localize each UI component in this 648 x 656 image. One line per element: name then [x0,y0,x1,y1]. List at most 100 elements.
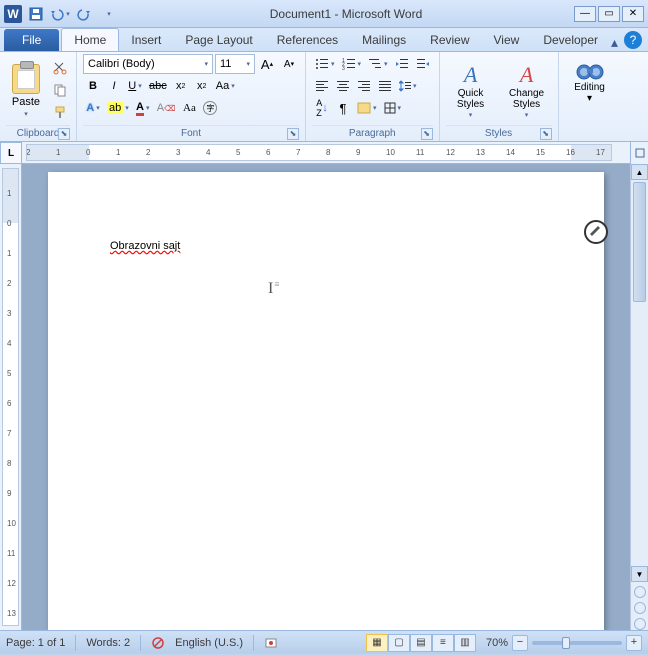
zoom-out-button[interactable]: − [512,635,528,651]
minimize-ribbon-button[interactable]: ▴ [611,34,618,51]
window-title: Document1 - Microsoft Word [118,7,574,21]
quick-styles-button[interactable]: A Quick Styles ▾ [446,58,496,121]
align-left-button[interactable] [312,76,332,96]
macro-record-icon[interactable] [264,636,278,650]
file-tab[interactable]: File [4,29,59,51]
bold-button[interactable]: B [83,76,103,96]
quick-styles-icon: A [464,62,477,88]
character-shading-button[interactable]: Aa [179,98,199,118]
tab-selector[interactable]: L [0,142,22,164]
language-status[interactable]: English (U.S.) [175,637,243,649]
title-bar: W ▾ ▾ Document1 - Microsoft Word — ▭ ✕ [0,0,648,28]
tab-home[interactable]: Home [61,28,119,51]
tab-page-layout[interactable]: Page Layout [173,29,264,51]
undo-button[interactable]: ▾ [50,4,70,24]
quick-access-toolbar: ▾ ▾ [26,4,118,24]
scroll-down-button[interactable]: ▼ [631,566,648,582]
zoom-slider[interactable] [532,641,622,645]
page-viewport[interactable]: Obrazovni sajt I [22,164,630,630]
outline-view-button[interactable]: ≡ [432,634,454,652]
enclose-characters-button[interactable]: 字 [200,98,220,118]
zoom-in-button[interactable]: + [626,635,642,651]
proofing-icon[interactable] [151,636,165,650]
copy-button[interactable] [50,80,70,100]
restore-button[interactable]: ▭ [598,6,620,22]
clear-formatting-button[interactable]: A⌫ [154,98,179,118]
subscript-button[interactable]: x2 [171,76,191,96]
document-page[interactable]: Obrazovni sajt I [48,172,604,630]
strikethrough-button[interactable]: abc [146,76,170,96]
sort-button[interactable]: AZ↓ [312,98,332,118]
document-area: 1012345678910111213 Obrazovni sajt I ▲ ▼ [0,164,648,630]
numbering-button[interactable]: 123▾ [339,54,365,74]
font-size-select[interactable]: 11▾ [215,54,255,74]
format-painter-button[interactable] [50,102,70,122]
redo-button[interactable] [74,4,94,24]
underline-button[interactable]: U▾ [125,76,145,96]
font-size-value: 11 [220,58,231,70]
qat-customize-button[interactable]: ▾ [98,4,118,24]
web-layout-view-button[interactable]: ▤ [410,634,432,652]
grow-font-button[interactable]: A▴ [257,54,277,74]
paragraph-launcher[interactable]: ⬊ [421,128,433,140]
italic-button[interactable]: I [104,76,124,96]
multilevel-list-button[interactable]: ▾ [365,54,391,74]
scroll-thumb[interactable] [633,182,646,302]
tab-references[interactable]: References [265,29,350,51]
horizontal-ruler[interactable]: 2101234567891011121314151617 [26,144,612,161]
previous-page-button[interactable] [634,586,646,598]
styles-launcher[interactable]: ⬊ [540,128,552,140]
select-browse-object-button[interactable] [634,602,646,614]
zoom-controls: 70% − + [486,635,642,651]
help-button[interactable]: ? [624,31,642,49]
vertical-ruler[interactable]: 1012345678910111213 [0,164,22,630]
scroll-up-button[interactable]: ▲ [631,164,648,180]
tab-insert[interactable]: Insert [119,29,173,51]
increase-indent-button[interactable] [413,54,433,74]
full-screen-view-button[interactable]: ▢ [388,634,410,652]
editing-button[interactable]: Editing ▾ [565,54,615,125]
tab-developer[interactable]: Developer [531,29,610,51]
tab-review[interactable]: Review [418,29,481,51]
word-count[interactable]: Words: 2 [86,637,130,649]
zoom-value[interactable]: 70% [486,637,508,649]
superscript-button[interactable]: x2 [192,76,212,96]
borders-button[interactable]: ▾ [381,98,405,118]
bullets-button[interactable]: ▾ [312,54,338,74]
show-paragraph-marks-button[interactable]: ¶ [333,98,353,118]
font-launcher[interactable]: ⬊ [287,128,299,140]
save-button[interactable] [26,4,46,24]
horizontal-ruler-row: L 2101234567891011121314151617 [0,142,648,164]
shading-button[interactable]: ▾ [354,98,380,118]
tab-mailings[interactable]: Mailings [350,29,418,51]
highlight-button[interactable]: ab▾ [104,98,132,118]
line-spacing-button[interactable]: ▾ [396,76,420,96]
font-family-select[interactable]: Calibri (Body)▾ [83,54,213,74]
round-annotation-button[interactable] [584,220,608,244]
change-styles-button[interactable]: A Change Styles ▾ [502,58,552,121]
paste-button[interactable]: Paste ▾ [6,54,46,125]
close-button[interactable]: ✕ [622,6,644,22]
align-justify-button[interactable] [375,76,395,96]
window-controls: — ▭ ✕ [574,6,644,22]
ruler-toggle-button[interactable] [630,142,648,164]
page-status[interactable]: Page: 1 of 1 [6,637,65,649]
align-right-button[interactable] [354,76,374,96]
font-color-button[interactable]: A▾ [133,98,153,118]
change-case-button[interactable]: Aa▾ [213,76,238,96]
zoom-slider-knob[interactable] [562,637,570,649]
next-page-button[interactable] [634,618,646,630]
decrease-indent-button[interactable] [392,54,412,74]
shrink-font-button[interactable]: A▾ [279,54,299,74]
draft-view-button[interactable]: ▥ [454,634,476,652]
align-center-button[interactable] [333,76,353,96]
clipboard-launcher[interactable]: ⬊ [58,128,70,140]
group-font: Calibri (Body)▾ 11▾ A▴ A▾ B I U▾ abc x2 … [77,52,306,141]
minimize-button[interactable]: — [574,6,596,22]
cut-button[interactable] [50,58,70,78]
document-text[interactable]: Obrazovni sajt [110,240,180,252]
print-layout-view-button[interactable]: ▦ [366,634,388,652]
vertical-scrollbar[interactable]: ▲ ▼ [630,164,648,630]
tab-view[interactable]: View [482,29,532,51]
text-effects-button[interactable]: A▾ [83,98,103,118]
